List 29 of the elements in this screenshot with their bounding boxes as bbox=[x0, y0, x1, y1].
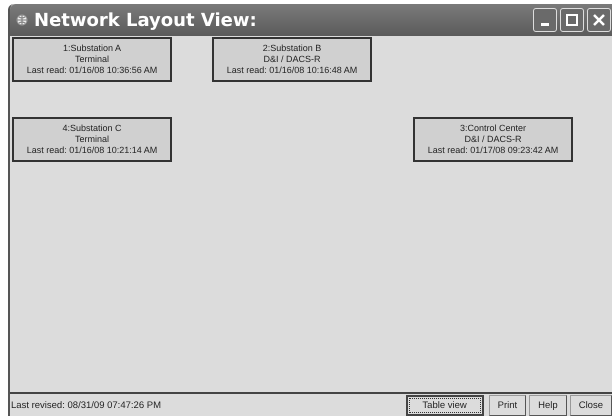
minimize-icon bbox=[541, 22, 549, 26]
minimize-button[interactable] bbox=[533, 8, 557, 32]
node-type: D&I / DACS-R bbox=[263, 54, 320, 65]
node-box[interactable]: 1:Substation A Terminal Last read: 01/16/08 10:36:56 AM bbox=[12, 37, 172, 82]
close-button[interactable] bbox=[587, 8, 611, 32]
node-name: 1:Substation A bbox=[62, 43, 122, 54]
maximize-button[interactable] bbox=[560, 8, 584, 32]
footer-button[interactable]: Table view bbox=[406, 394, 484, 416]
last-revised-text: Last revised: 08/31/09 07:47:26 PM bbox=[10, 400, 162, 410]
node-name: 2:Substation B bbox=[262, 43, 322, 54]
node-type: Terminal bbox=[74, 54, 109, 65]
node-type: D&I / DACS-R bbox=[464, 134, 522, 145]
last-read-text: Last read: 01/17/08 09:23:42 AM bbox=[428, 145, 558, 156]
footer-button[interactable]: Help bbox=[529, 394, 567, 416]
window-title: Network Layout View: bbox=[34, 10, 258, 30]
node-box[interactable]: 2:Substation B D&I / DACS-R Last read: 01/16/08 10:16:48 AM bbox=[212, 37, 372, 82]
node-box[interactable]: 4:Substation C Terminal Last read: 01/16/08 10:21:14 AM bbox=[12, 117, 172, 162]
footer-button[interactable]: Close bbox=[570, 394, 612, 416]
last-read-text: Last read: 01/16/08 10:21:14 AM bbox=[26, 145, 158, 156]
node-name: 4:Substation C bbox=[62, 123, 122, 134]
node-box[interactable]: 3:Control Center D&I / DACS-R Last read: 01/17/08 09:23:42 AM bbox=[413, 117, 573, 162]
node-type: Terminal bbox=[74, 134, 109, 145]
node-name: 3:Control Center bbox=[460, 123, 526, 134]
footer-button[interactable]: Print bbox=[488, 394, 526, 416]
last-read-text: Last read: 01/16/08 10:36:56 AM bbox=[26, 65, 158, 76]
globe-icon bbox=[16, 14, 28, 26]
last-read-text: Last read: 01/16/08 10:16:48 AM bbox=[226, 65, 358, 76]
maximize-icon bbox=[565, 13, 579, 27]
close-icon bbox=[592, 13, 606, 27]
